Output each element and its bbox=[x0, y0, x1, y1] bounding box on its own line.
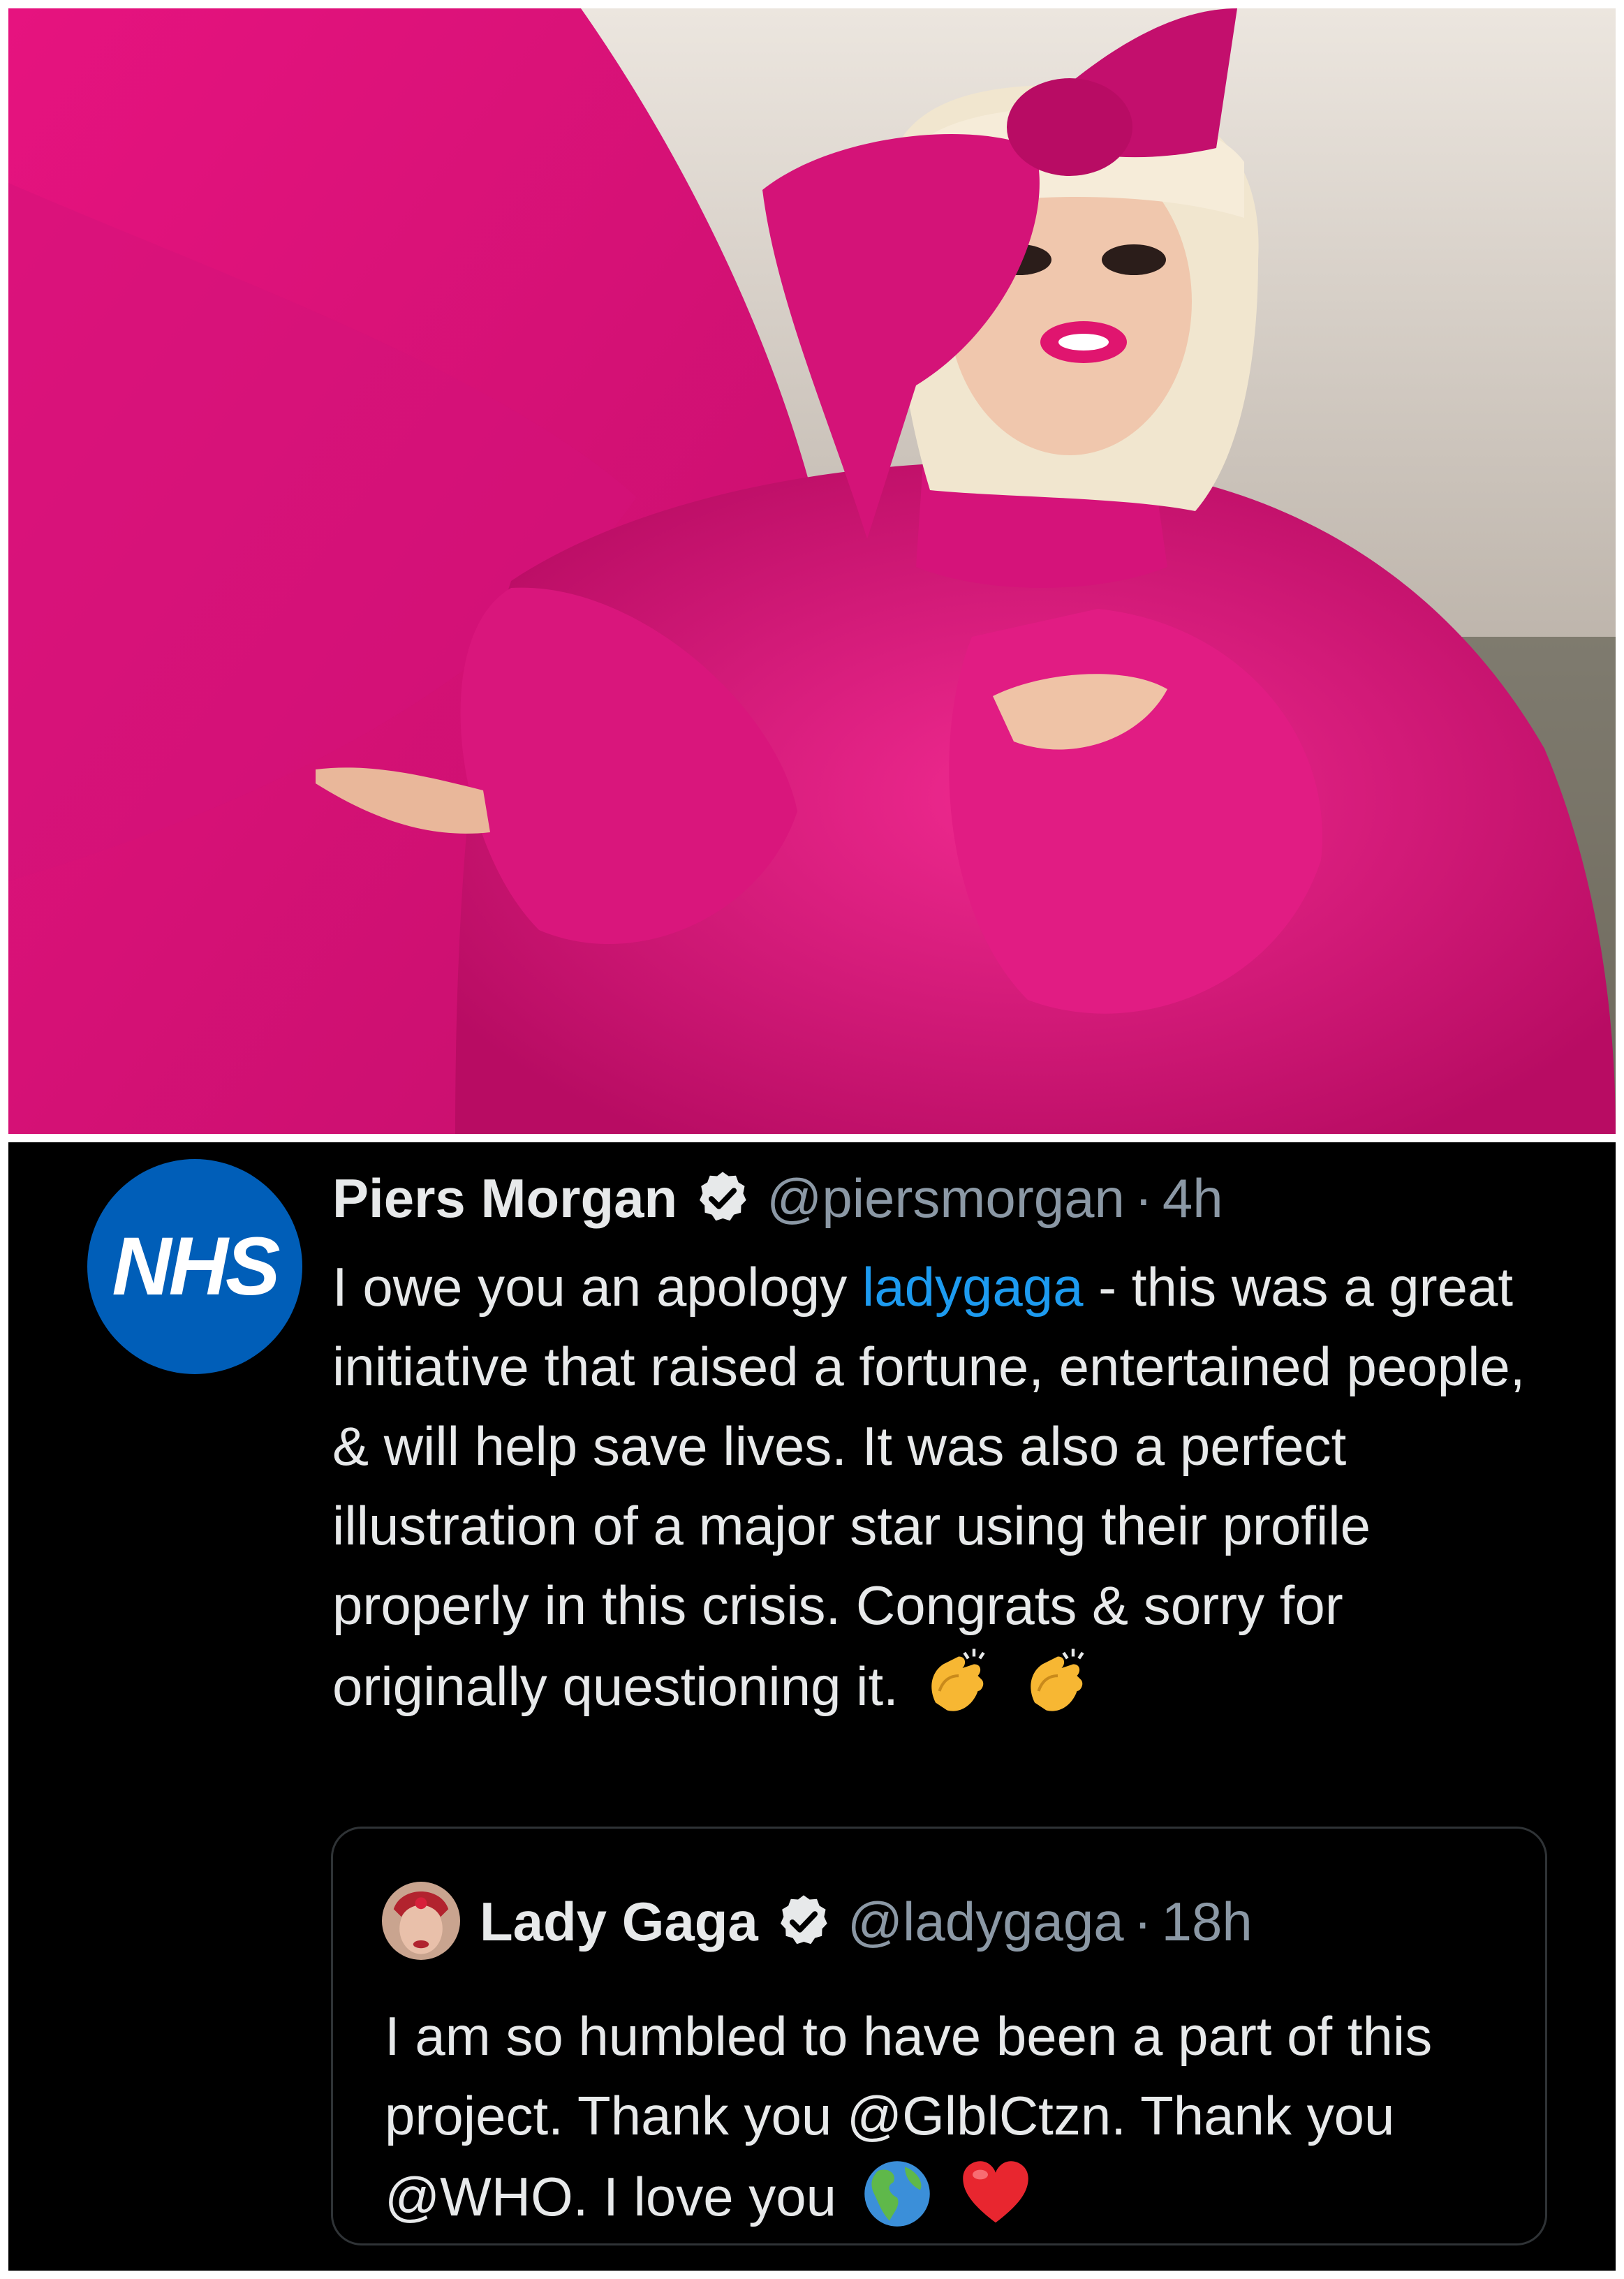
verified-badge-icon bbox=[700, 1172, 746, 1221]
ladygaga-avatar-image bbox=[382, 1882, 460, 1960]
ladygaga-avatar[interactable] bbox=[382, 1882, 460, 1960]
quoted-author-handle[interactable]: @ladygaga bbox=[848, 1890, 1124, 1954]
quoted-tweet[interactable]: Lady Gaga @ladygaga · 18h I am so humble… bbox=[331, 1827, 1547, 2245]
tweet-text: I owe you an apology ladygaga - this was… bbox=[332, 1247, 1547, 1726]
clapping-hands-emoji-icon bbox=[1031, 1649, 1084, 1711]
quoted-tweet-timestamp[interactable]: 18h bbox=[1162, 1890, 1253, 1954]
tweet-card: NHS Piers Morgan @piersmorgan · 4h I owe… bbox=[8, 1142, 1616, 2271]
quoted-author-name[interactable]: Lady Gaga bbox=[480, 1890, 758, 1954]
quoted-tweet-header: Lady Gaga @ladygaga · 18h bbox=[480, 1883, 1253, 1960]
photo-panel bbox=[8, 8, 1616, 1134]
verified-badge-icon bbox=[780, 1895, 827, 1945]
gaga-pink-gown-photo bbox=[8, 8, 1616, 1134]
clapping-hands-emoji-icon bbox=[931, 1649, 986, 1711]
author-handle[interactable]: @piersmorgan bbox=[767, 1167, 1125, 1230]
author-name[interactable]: Piers Morgan bbox=[332, 1167, 677, 1230]
avatar-logo-text: NHS bbox=[112, 1220, 280, 1313]
separator-dot: · bbox=[1133, 1890, 1152, 1952]
tweet-text-part-1: I owe you an apology bbox=[332, 1256, 862, 1318]
red-heart-emoji-icon bbox=[963, 2161, 1029, 2223]
tweet-timestamp[interactable]: 4h bbox=[1162, 1167, 1223, 1230]
quoted-tweet-text: I am so humbled to have been a part of t… bbox=[385, 1996, 1516, 2236]
nhs-avatar[interactable]: NHS bbox=[87, 1159, 302, 1374]
mention-link[interactable]: ladygaga bbox=[862, 1256, 1084, 1318]
tweet-header: Piers Morgan @piersmorgan · 4h bbox=[332, 1163, 1223, 1233]
separator-dot: · bbox=[1134, 1167, 1153, 1229]
globe-americas-emoji-icon bbox=[864, 2161, 930, 2227]
